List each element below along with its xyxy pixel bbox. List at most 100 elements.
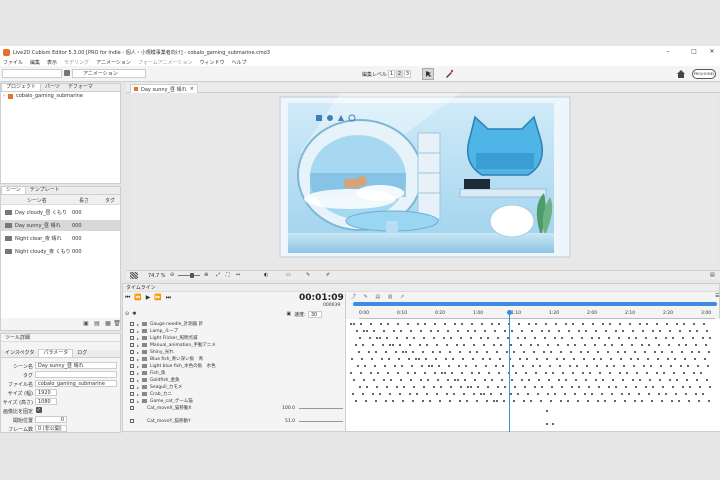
expand-icon[interactable]: ▸ [137,385,139,390]
keyframe[interactable] [373,379,375,381]
parameter-value[interactable]: 100.0 [281,406,295,411]
prev-frame-icon[interactable]: ⏪ [134,294,142,301]
search-icon[interactable]: ⊙ [125,311,129,317]
scene-row[interactable]: Night clear_夜 晴れ 000 [1,233,120,244]
expand-icon[interactable]: ▸ [137,329,139,334]
keyframe[interactable] [528,323,530,325]
keyframe[interactable] [388,358,390,360]
keyframe[interactable] [698,400,700,402]
keyframe[interactable] [454,379,456,381]
keyframe[interactable] [681,351,683,353]
eye-icon[interactable] [130,343,134,347]
fit-icon[interactable]: ⤢ [216,272,220,278]
keyframe[interactable] [574,344,576,346]
keyframe[interactable] [524,337,526,339]
keyframe[interactable] [659,379,661,381]
scene-row-selected[interactable]: Day sunny_昼 晴れ 000 [1,220,120,231]
pen-pressure-icon[interactable]: ✎ [306,272,310,278]
eye-icon[interactable] [130,329,134,333]
keyframe[interactable] [406,337,408,339]
keyframe[interactable] [407,372,409,374]
keyframe[interactable] [635,386,637,388]
keyframe[interactable] [366,386,368,388]
keyframe[interactable] [467,330,469,332]
keyframe[interactable] [604,344,606,346]
zoom-in-icon[interactable]: ⊕ [204,272,208,278]
track-folder-row[interactable]: ▸ Gauge needle_計測器 針 [123,321,343,327]
keyframe[interactable] [571,386,573,388]
parameter-slider[interactable] [299,407,343,409]
eye-icon[interactable] [130,392,134,396]
keyframe[interactable] [459,400,461,402]
keyframe[interactable] [709,386,711,388]
pen-tool-button[interactable] [444,69,454,79]
keyframe[interactable] [536,358,538,360]
keyframe[interactable] [399,393,401,395]
keyframe[interactable] [547,393,549,395]
keyframe[interactable] [360,323,362,325]
keyframe[interactable] [401,365,403,367]
keyframe[interactable] [548,330,550,332]
keyframe[interactable] [634,351,636,353]
keyframe[interactable] [678,344,680,346]
keyframe[interactable] [645,386,647,388]
keyframe[interactable] [683,372,685,374]
keyframe[interactable] [598,386,600,388]
keyframe[interactable] [384,365,386,367]
start-position-field[interactable]: 0 [35,416,67,423]
keyframe[interactable] [425,358,427,360]
eye-icon[interactable] [130,364,134,368]
keyframe[interactable] [527,393,529,395]
keyframe[interactable] [444,372,446,374]
keyframe[interactable] [371,358,373,360]
keyframe[interactable] [682,337,684,339]
keyframe[interactable] [591,393,593,395]
keyframe[interactable] [639,323,641,325]
keyframe[interactable] [543,351,545,353]
keyframe[interactable] [397,372,399,374]
keyframe[interactable] [595,379,597,381]
keyframe[interactable] [632,379,634,381]
keyframe[interactable] [377,372,379,374]
keyframe[interactable] [429,400,431,402]
keyframe[interactable] [464,379,466,381]
keyframe[interactable] [458,365,460,367]
keyframe[interactable] [569,365,571,367]
keyframe[interactable] [623,365,625,367]
keyframe[interactable] [659,330,661,332]
expand-icon[interactable]: ▸ [137,343,139,348]
keyframe[interactable] [387,323,389,325]
keyframe[interactable] [504,330,506,332]
keyframe[interactable] [621,344,623,346]
eye-icon[interactable] [130,385,134,389]
keyframe[interactable] [423,386,425,388]
keyframe[interactable] [438,365,440,367]
keyframe[interactable] [522,365,524,367]
keyframe[interactable] [692,337,694,339]
keyframe[interactable] [446,393,448,395]
keyframe[interactable] [393,330,395,332]
keyframe[interactable] [641,400,643,402]
keyframe[interactable] [584,393,586,395]
keyframe[interactable] [561,337,563,339]
tab-project[interactable]: プロジェクト [1,83,42,91]
time-ruler[interactable]: 0:00 0:10 0:20 1:00 1:10 1:20 2:00 2:10 2:20 3:00 [359,311,715,319]
keyframe[interactable] [493,344,495,346]
keyframe[interactable] [396,386,398,388]
zoom-slider-handle[interactable] [190,273,194,278]
keyframe[interactable] [657,358,659,360]
keyframe[interactable] [446,344,448,346]
keyframe[interactable] [684,358,686,360]
keyframe[interactable] [409,344,411,346]
keyframe[interactable] [647,358,649,360]
keyframe[interactable] [461,372,463,374]
canvas-menu-icon[interactable]: ▤ [710,272,715,278]
keyframe[interactable] [376,337,378,339]
keyframe[interactable] [638,393,640,395]
keyframe[interactable] [385,351,387,353]
keyframe[interactable] [538,379,540,381]
keyframe[interactable] [394,365,396,367]
keyframe[interactable] [670,365,672,367]
keyframe[interactable] [475,365,477,367]
keyframe[interactable] [609,372,611,374]
